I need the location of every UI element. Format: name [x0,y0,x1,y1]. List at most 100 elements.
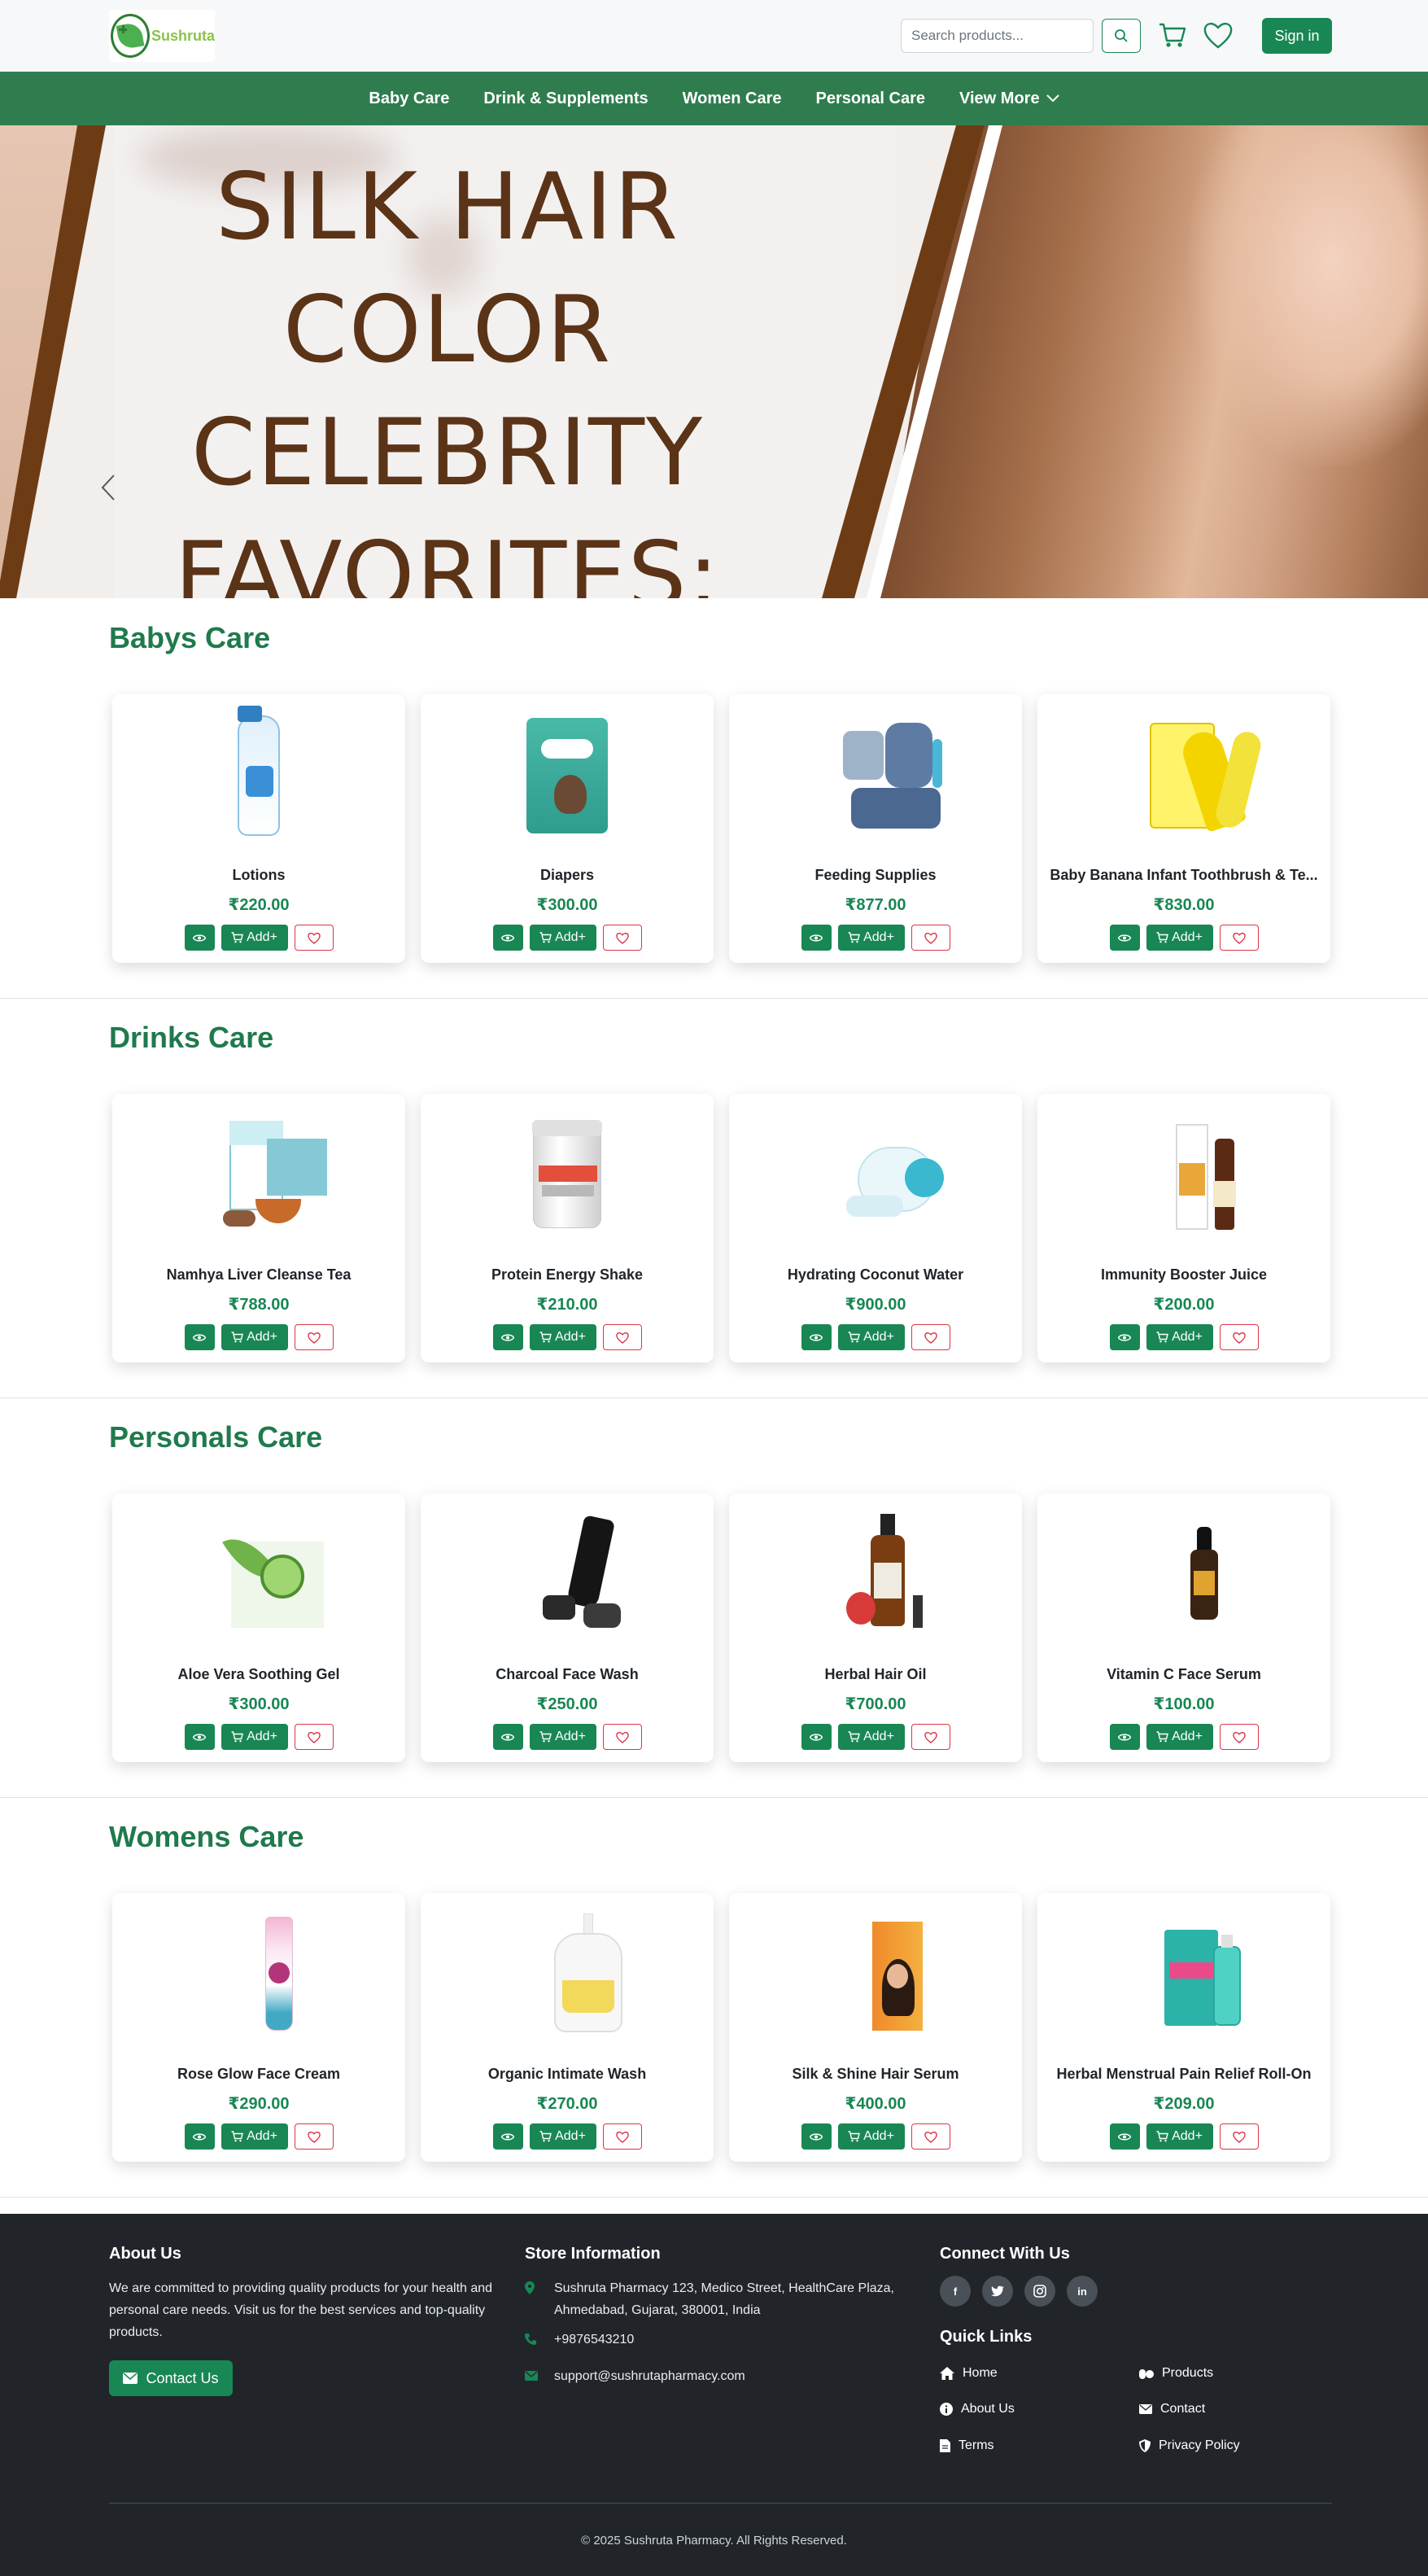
product-name[interactable]: Herbal Menstrual Pain Relief Roll-On [1046,2066,1322,2083]
quick-view-button[interactable] [1109,1724,1140,1750]
add-to-cart-button[interactable]: Add+ [221,1724,288,1750]
quick-link-terms[interactable]: Terms [940,2438,994,2453]
product-image[interactable] [835,1913,923,2036]
product-name[interactable]: Charcoal Face Wash [429,1666,705,1683]
product-card[interactable]: Immunity Booster Juice ₹200.00 Add+ [1037,1094,1330,1362]
product-image[interactable] [218,706,299,837]
product-card[interactable]: Aloe Vera Soothing Gel ₹300.00 Add+ [112,1494,405,1762]
add-to-wishlist-button[interactable] [602,1724,642,1750]
product-image[interactable] [218,1514,324,1636]
quick-link-contact[interactable]: Contact [1139,2402,1205,2416]
quick-view-button[interactable] [801,925,832,951]
product-card[interactable]: Namhya Liver Cleanse Tea ₹788.00 Add+ [112,1094,405,1362]
add-to-cart-button[interactable]: Add+ [1146,1324,1213,1350]
add-to-cart-button[interactable]: Add+ [529,2123,596,2150]
quick-view-button[interactable] [801,1324,832,1350]
product-card[interactable]: Herbal Menstrual Pain Relief Roll-On ₹209… [1037,1893,1330,2162]
quick-view-button[interactable] [492,1724,523,1750]
add-to-cart-button[interactable]: Add+ [837,925,905,951]
add-to-cart-button[interactable]: Add+ [837,2123,905,2150]
product-image[interactable] [1143,715,1264,837]
quick-link-home[interactable]: Home [940,2366,998,2381]
add-to-wishlist-button[interactable] [1219,2123,1259,2150]
product-name[interactable]: Herbal Hair Oil [737,1666,1014,1683]
add-to-cart-button[interactable]: Add+ [221,2123,288,2150]
add-to-wishlist-button[interactable] [294,1724,334,1750]
product-card[interactable]: Charcoal Face Wash ₹250.00 Add+ [421,1494,714,1762]
quick-view-button[interactable] [184,1324,215,1350]
product-image[interactable] [526,1114,608,1236]
add-to-cart-button[interactable]: Add+ [529,1324,596,1350]
facebook-icon[interactable]: f [940,2276,971,2307]
add-to-cart-button[interactable]: Add+ [1146,1724,1213,1750]
product-image[interactable] [1143,1114,1236,1236]
product-card[interactable]: Protein Energy Shake ₹210.00 Add+ [421,1094,714,1362]
product-name[interactable]: Organic Intimate Wash [429,2066,705,2083]
carousel-prev-button[interactable] [96,467,120,508]
quick-view-button[interactable] [801,2123,832,2150]
nav-item-baby-care[interactable]: Baby Care [352,90,466,108]
product-name[interactable]: Aloe Vera Soothing Gel [120,1666,397,1683]
product-card[interactable]: Organic Intimate Wash ₹270.00 Add+ [421,1893,714,2162]
store-email[interactable]: support@sushrutapharmacy.com [525,2365,745,2387]
add-to-wishlist-button[interactable] [911,925,950,951]
product-name[interactable]: Feeding Supplies [737,867,1014,884]
cart-button[interactable] [1154,16,1191,54]
add-to-wishlist-button[interactable] [911,2123,950,2150]
add-to-wishlist-button[interactable] [1219,1724,1259,1750]
add-to-cart-button[interactable]: Add+ [529,1724,596,1750]
quick-view-button[interactable] [1109,2123,1140,2150]
product-image[interactable] [526,1913,622,2036]
product-card[interactable]: Baby Banana Infant Toothbrush & Te... ₹83… [1037,694,1330,963]
quick-link-privacy[interactable]: Privacy Policy [1139,2438,1240,2453]
add-to-cart-button[interactable]: Add+ [221,1324,288,1350]
product-image[interactable] [1143,1913,1241,2036]
linkedin-icon[interactable]: in [1067,2276,1098,2307]
add-to-wishlist-button[interactable] [294,2123,334,2150]
contact-us-button[interactable]: Contact Us [109,2360,233,2396]
add-to-wishlist-button[interactable] [911,1324,950,1350]
product-card[interactable]: Hydrating Coconut Water ₹900.00 Add+ [729,1094,1022,1362]
add-to-wishlist-button[interactable] [602,2123,642,2150]
add-to-wishlist-button[interactable] [1219,1324,1259,1350]
add-to-cart-button[interactable]: Add+ [221,925,288,951]
product-image[interactable] [526,715,608,837]
product-name[interactable]: Hydrating Coconut Water [737,1266,1014,1284]
add-to-wishlist-button[interactable] [602,1324,642,1350]
product-name[interactable]: Protein Energy Shake [429,1266,705,1284]
product-image[interactable] [835,1114,944,1236]
product-image[interactable] [526,1514,621,1636]
quick-view-button[interactable] [801,1724,832,1750]
product-card[interactable]: Herbal Hair Oil ₹700.00 Add+ [729,1494,1022,1762]
wishlist-button[interactable] [1199,16,1237,54]
product-name[interactable]: Namhya Liver Cleanse Tea [120,1266,397,1284]
add-to-cart-button[interactable]: Add+ [529,925,596,951]
quick-link-products[interactable]: Products [1139,2366,1213,2381]
product-name[interactable]: Silk & Shine Hair Serum [737,2066,1014,2083]
quick-view-button[interactable] [492,1324,523,1350]
product-image[interactable] [218,1913,299,2036]
product-image[interactable] [835,715,942,837]
quick-view-button[interactable] [184,925,215,951]
quick-view-button[interactable] [184,2123,215,2150]
product-name[interactable]: Rose Glow Face Cream [120,2066,397,2083]
add-to-cart-button[interactable]: Add+ [837,1324,905,1350]
product-card[interactable]: Lotions ₹220.00 Add+ [112,694,405,963]
instagram-icon[interactable] [1024,2276,1055,2307]
product-name[interactable]: Baby Banana Infant Toothbrush & Te... [1046,867,1322,884]
nav-item-drink-supplements[interactable]: Drink & Supplements [466,90,665,108]
quick-view-button[interactable] [184,1724,215,1750]
product-card[interactable]: Feeding Supplies ₹877.00 Add+ [729,694,1022,963]
add-to-cart-button[interactable]: Add+ [837,1724,905,1750]
quick-link-about[interactable]: About Us [940,2402,1015,2416]
product-name[interactable]: Immunity Booster Juice [1046,1266,1322,1284]
search-button[interactable] [1102,19,1141,53]
product-card[interactable]: Diapers ₹300.00 Add+ [421,694,714,963]
add-to-wishlist-button[interactable] [294,1324,334,1350]
product-card[interactable]: Vitamin C Face Serum ₹100.00 Add+ [1037,1494,1330,1762]
add-to-wishlist-button[interactable] [1219,925,1259,951]
search-input[interactable] [901,19,1094,53]
add-to-cart-button[interactable]: Add+ [1146,925,1213,951]
product-card[interactable]: Rose Glow Face Cream ₹290.00 Add+ [112,1893,405,2162]
product-name[interactable]: Lotions [120,867,397,884]
